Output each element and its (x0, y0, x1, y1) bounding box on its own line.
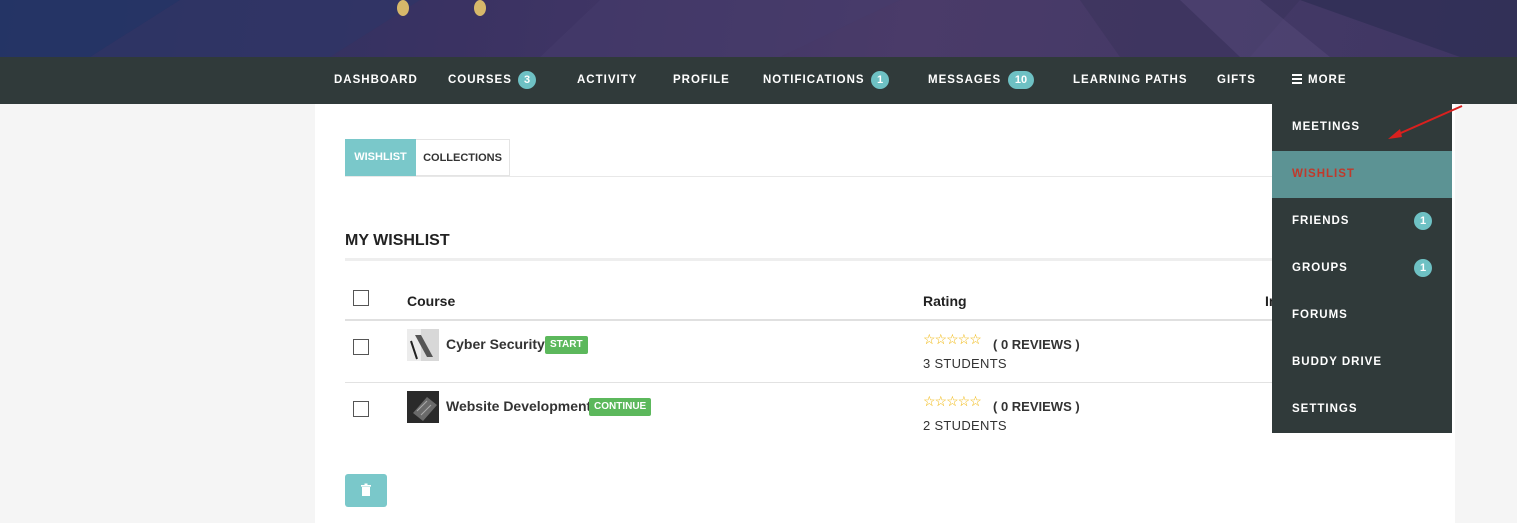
nav-profile-label: PROFILE (673, 74, 730, 86)
menu-item-buddy-drive-label: BUDDY DRIVE (1292, 356, 1383, 368)
nav-profile[interactable]: PROFILE (673, 57, 730, 104)
menu-item-friends-label: FRIENDS (1292, 215, 1350, 227)
tab-collections[interactable]: COLLECTIONS (416, 139, 510, 176)
tabs-divider (345, 176, 1275, 177)
more-dropdown-menu: MEETINGS WISHLIST FRIENDS 1 GROUPS 1 FORUM… (1272, 104, 1452, 433)
students-count: 3 STUDENTS (923, 356, 1007, 371)
status-badge: START (545, 336, 588, 354)
trash-icon (361, 483, 371, 496)
course-thumbnail-image (407, 391, 439, 423)
section-title: MY WISHLIST (345, 232, 450, 249)
banner-artwork (0, 0, 1517, 57)
nav-dashboard[interactable]: DASHBOARD (334, 57, 418, 104)
course-name[interactable]: Cyber Security (446, 336, 545, 352)
menu-item-wishlist-label: WISHLIST (1292, 168, 1355, 180)
nav-messages-label: MESSAGES (928, 74, 1002, 86)
nav-messages[interactable]: MESSAGES (928, 57, 1001, 104)
menu-item-groups-label: GROUPS (1292, 262, 1348, 274)
reviews-count[interactable]: ( 0 REVIEWS ) (993, 399, 1080, 414)
students-count: 2 STUDENTS (923, 418, 1007, 433)
friends-count-badge: 1 (1414, 212, 1432, 230)
nav-notifications[interactable]: NOTIFICATIONS (763, 57, 865, 104)
reviews-count[interactable]: ( 0 REVIEWS ) (993, 337, 1080, 352)
row-checkbox[interactable] (353, 339, 369, 355)
groups-count-badge: 1 (1414, 259, 1432, 277)
course-thumbnail[interactable] (407, 391, 439, 423)
nav-more-label: MORE (1308, 74, 1347, 86)
menu-item-groups[interactable]: GROUPS 1 (1272, 245, 1452, 292)
nav-gifts[interactable]: GIFTS (1217, 57, 1256, 104)
nav-learning-paths-label: LEARNING PATHS (1073, 74, 1188, 86)
course-thumbnail-image (407, 329, 439, 361)
delete-selected-button[interactable] (345, 474, 387, 507)
nav-learning-paths[interactable]: LEARNING PATHS (1073, 57, 1188, 104)
notifications-count-badge: 1 (871, 71, 889, 89)
nav-notifications-label: NOTIFICATIONS (763, 74, 865, 86)
menu-item-forums[interactable]: FORUMS (1272, 292, 1452, 339)
row-checkbox[interactable] (353, 401, 369, 417)
menu-item-settings-label: SETTINGS (1292, 403, 1358, 415)
nav-gifts-label: GIFTS (1217, 74, 1256, 86)
status-badge: CONTINUE (589, 398, 652, 416)
nav-courses[interactable]: COURSES (448, 57, 512, 104)
title-divider (345, 258, 1285, 261)
column-header-course: Course (407, 293, 456, 309)
header-banner (0, 0, 1517, 57)
menu-item-forums-label: FORUMS (1292, 309, 1348, 321)
nav-activity-label: ACTIVITY (577, 74, 638, 86)
nav-dashboard-label: DASHBOARD (334, 74, 418, 86)
header-divider (345, 319, 1285, 321)
hamburger-icon (1292, 72, 1302, 86)
rating-stars: ☆☆☆☆☆ (923, 331, 982, 347)
messages-count-badge: 10 (1008, 71, 1034, 89)
menu-item-friends[interactable]: FRIENDS 1 (1272, 198, 1452, 245)
menu-item-settings[interactable]: SETTINGS (1272, 386, 1452, 433)
courses-count-badge: 3 (518, 71, 536, 89)
nav-more[interactable]: MORE (1292, 57, 1347, 104)
annotation-arrow-icon (1388, 105, 1463, 139)
rating-stars: ☆☆☆☆☆ (923, 393, 982, 409)
course-name[interactable]: Website Development (446, 398, 591, 414)
column-header-rating: Rating (923, 293, 967, 309)
main-navigation: DASHBOARD COURSES 3 ACTIVITY PROFILE NOT… (0, 57, 1517, 104)
row-divider (345, 382, 1285, 383)
menu-item-buddy-drive[interactable]: BUDDY DRIVE (1272, 339, 1452, 386)
menu-item-meetings-label: MEETINGS (1292, 121, 1361, 133)
select-all-checkbox[interactable] (353, 290, 369, 306)
nav-courses-label: COURSES (448, 74, 512, 86)
menu-item-wishlist[interactable]: WISHLIST (1272, 151, 1452, 198)
course-thumbnail[interactable] (407, 329, 439, 361)
nav-activity[interactable]: ACTIVITY (577, 57, 637, 104)
tab-wishlist[interactable]: WISHLIST (345, 139, 416, 176)
